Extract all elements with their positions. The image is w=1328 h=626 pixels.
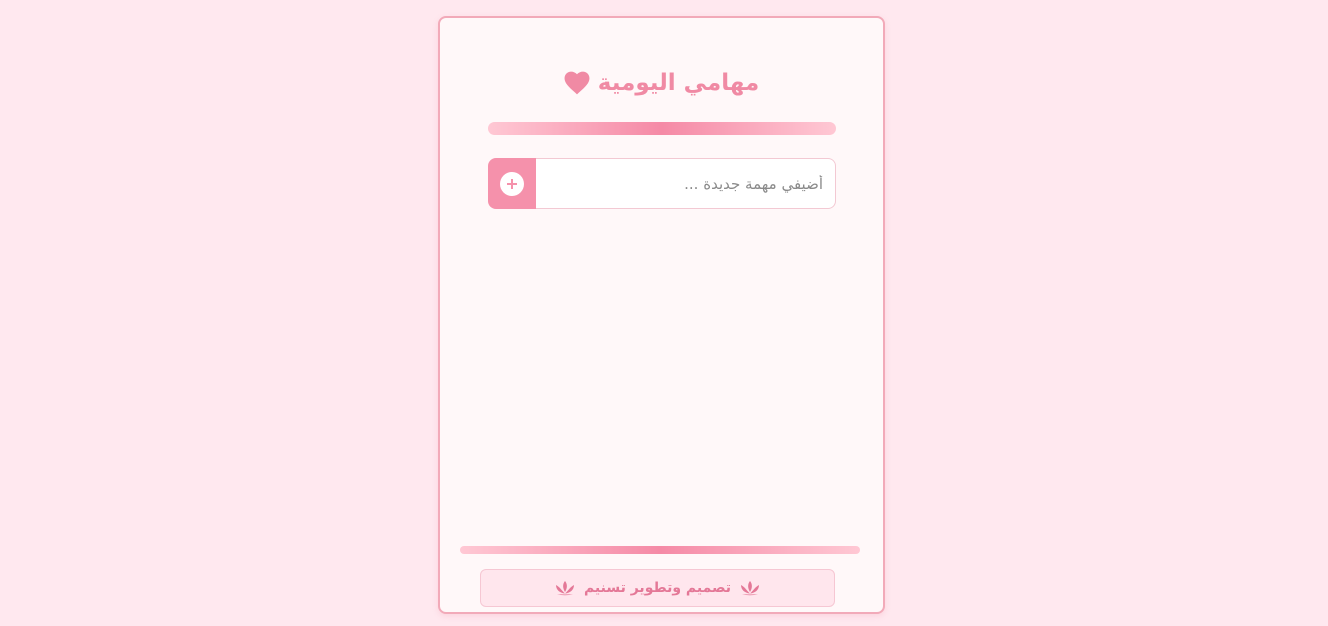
page-title: مهامي اليومية bbox=[597, 70, 760, 96]
lotus-icon bbox=[741, 581, 760, 596]
add-task-button[interactable] bbox=[488, 158, 536, 209]
decorative-divider-bottom bbox=[460, 546, 860, 554]
decorative-divider-top bbox=[488, 122, 836, 135]
heart-icon bbox=[564, 71, 590, 95]
footer: تصميم وتطوير تسنيم bbox=[480, 569, 835, 607]
app-card: مهامي اليومية تصميم وتطوير تسنيم bbox=[438, 16, 885, 614]
header: مهامي اليومية bbox=[440, 70, 883, 96]
plus-circle-icon bbox=[500, 171, 524, 196]
new-task-input[interactable] bbox=[536, 158, 836, 209]
add-task-form bbox=[488, 158, 836, 210]
lotus-icon bbox=[555, 581, 574, 596]
footer-credit: تصميم وتطوير تسنيم bbox=[583, 580, 732, 596]
